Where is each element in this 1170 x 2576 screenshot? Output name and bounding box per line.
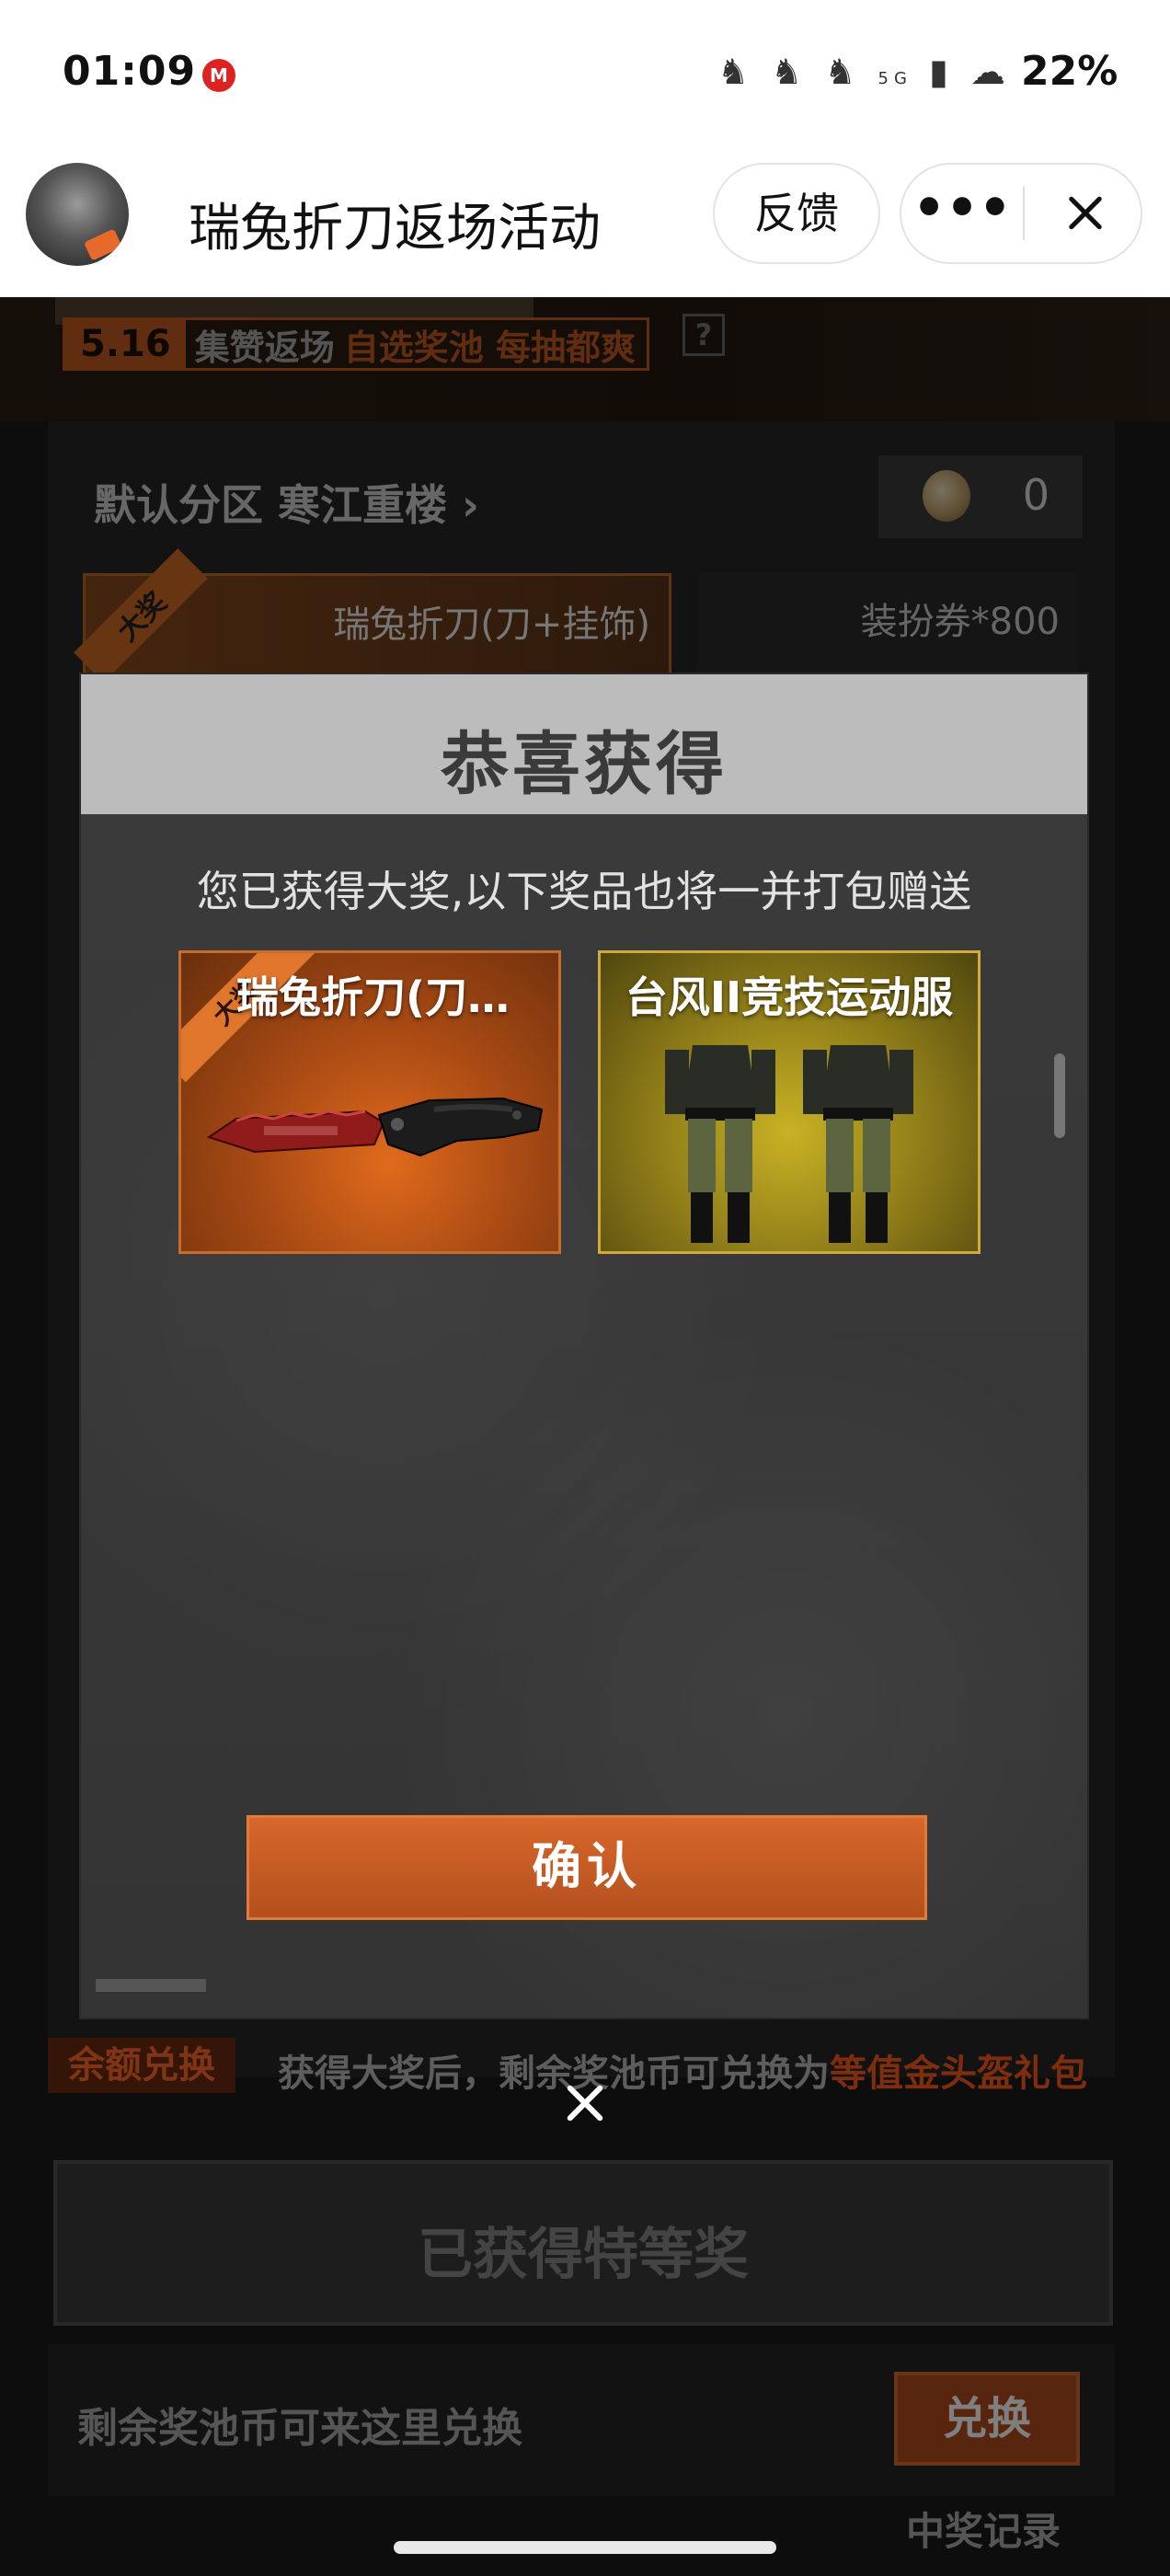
modal-header: 恭喜获得: [81, 674, 1087, 814]
signal-icon: ▮: [929, 52, 954, 92]
knife-image: [206, 1097, 544, 1157]
avatar: [26, 163, 129, 266]
modal-scrollbar[interactable]: [1054, 1053, 1065, 1138]
modal-title: 恭喜获得: [441, 725, 728, 804]
feedback-button[interactable]: 反馈: [713, 163, 880, 264]
reward-modal: 恭喜获得 您已获得大奖,以下奖品也将一并打包赠送 大奖 瑞兔折刀(刀… 台风II…: [81, 674, 1087, 2018]
notification-app-icon: M: [202, 59, 235, 92]
notification-icon: ♞: [824, 52, 862, 92]
close-icon[interactable]: [1025, 165, 1142, 262]
notification-icon: ♞: [771, 52, 809, 92]
status-icons: ♞ ♞ ♞ 5G ▮ ☁: [717, 52, 1011, 92]
capsule-menu: •••: [900, 163, 1142, 264]
reward-name: 台风II竞技运动服: [625, 972, 954, 1022]
status-bar: 01:09 M ♞ ♞ ♞ 5G ▮ ☁ 22%: [0, 0, 1170, 152]
battery-level: 22%: [1021, 48, 1118, 95]
page-title: 瑞兔折刀返场活动: [189, 199, 601, 259]
modal-subtitle: 您已获得大奖,以下奖品也将一并打包赠送: [196, 867, 972, 916]
reward-name: 瑞兔折刀(刀…: [236, 972, 510, 1022]
modal-footer-mark: [96, 1979, 206, 1992]
notification-icon: ♞: [717, 52, 755, 92]
home-indicator[interactable]: [394, 2541, 776, 2554]
more-icon[interactable]: •••: [901, 165, 1023, 262]
reward-card-knife[interactable]: 大奖 瑞兔折刀(刀…: [178, 950, 561, 1254]
modal-close-icon[interactable]: [563, 2081, 607, 2125]
network-label: 5G: [878, 69, 912, 88]
weather-icon: ☁: [970, 52, 1012, 92]
confirm-button[interactable]: 确认: [247, 1815, 927, 1920]
app-header: 瑞兔折刀返场活动 反馈 •••: [0, 152, 1170, 297]
outfit-image: [665, 1045, 913, 1243]
status-time: 01:09: [63, 48, 197, 95]
reward-card-outfit[interactable]: 台风II竞技运动服: [598, 950, 981, 1254]
